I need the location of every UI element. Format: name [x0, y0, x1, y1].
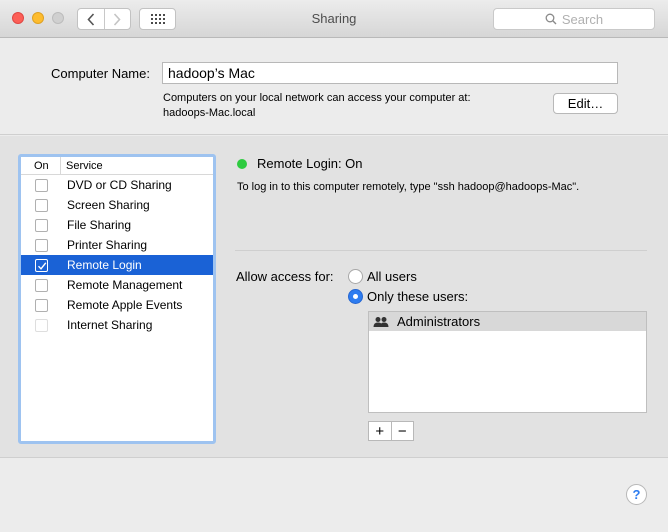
only-these-users-label[interactable]: Only these users: — [367, 289, 468, 304]
computer-name-description: Computers on your local network can acce… — [163, 91, 471, 121]
user-name: Administrators — [397, 314, 481, 329]
service-list[interactable]: On Service DVD or CD Sharing Screen Shari… — [18, 154, 216, 444]
group-icon — [373, 316, 389, 327]
divider — [235, 250, 647, 251]
service-checkbox[interactable] — [35, 299, 48, 312]
service-row[interactable]: DVD or CD Sharing — [21, 175, 213, 195]
only-these-users-radio[interactable] — [348, 289, 363, 304]
edit-hostname-button[interactable]: Edit… — [553, 93, 618, 114]
local-hostname: hadoops-Mac.local — [163, 107, 256, 119]
service-label: Internet Sharing — [67, 318, 153, 332]
allow-access-label: Allow access for: — [236, 269, 334, 284]
status-description: To log in to this computer remotely, typ… — [237, 181, 580, 193]
service-checkbox[interactable] — [35, 179, 48, 192]
search-icon — [545, 13, 557, 25]
service-label: Remote Apple Events — [67, 298, 183, 312]
computer-name-section: Computer Name: Computers on your local n… — [0, 39, 668, 135]
add-user-button[interactable]: + — [369, 422, 391, 440]
computer-name-label: Computer Name: — [51, 66, 150, 81]
service-row[interactable]: Remote Apple Events — [21, 295, 213, 315]
remove-user-button[interactable]: − — [390, 422, 414, 440]
user-row[interactable]: Administrators — [369, 312, 646, 331]
add-remove-buttons: + − — [368, 421, 414, 441]
service-label: DVD or CD Sharing — [67, 178, 172, 192]
service-row[interactable]: File Sharing — [21, 215, 213, 235]
service-row[interactable]: Screen Sharing — [21, 195, 213, 215]
computer-name-input[interactable] — [162, 62, 618, 84]
service-row[interactable]: Remote Management — [21, 275, 213, 295]
status-title: Remote Login: On — [257, 156, 363, 171]
all-users-label[interactable]: All users — [367, 269, 417, 284]
service-checkbox[interactable] — [35, 259, 48, 272]
service-checkbox — [35, 319, 48, 332]
search-placeholder: Search — [561, 11, 604, 27]
description-line-1: Computers on your local network can acce… — [163, 92, 471, 104]
title-bar: Sharing Search — [0, 0, 668, 38]
service-label: Remote Login — [67, 258, 142, 272]
status-indicator — [237, 159, 247, 169]
search-field[interactable]: Search — [493, 8, 655, 30]
users-list[interactable]: Administrators — [368, 311, 647, 413]
service-row[interactable]: Internet Sharing — [21, 315, 213, 335]
service-label: File Sharing — [67, 218, 132, 232]
service-row[interactable]: Remote Login — [21, 255, 213, 275]
service-checkbox[interactable] — [35, 279, 48, 292]
help-button[interactable]: ? — [626, 484, 647, 505]
service-checkbox[interactable] — [35, 219, 48, 232]
service-checkbox[interactable] — [35, 239, 48, 252]
service-row[interactable]: Printer Sharing — [21, 235, 213, 255]
all-users-radio[interactable] — [348, 269, 363, 284]
service-label: Screen Sharing — [67, 198, 150, 212]
checkmark-icon — [37, 261, 46, 270]
service-label: Printer Sharing — [67, 238, 148, 252]
service-checkbox[interactable] — [35, 199, 48, 212]
service-label: Remote Management — [67, 278, 183, 292]
services-section: On Service DVD or CD Sharing Screen Shari… — [0, 136, 668, 458]
header-service[interactable]: Service — [61, 160, 103, 172]
service-list-header: On Service — [21, 157, 213, 175]
header-on[interactable]: On — [21, 157, 61, 174]
